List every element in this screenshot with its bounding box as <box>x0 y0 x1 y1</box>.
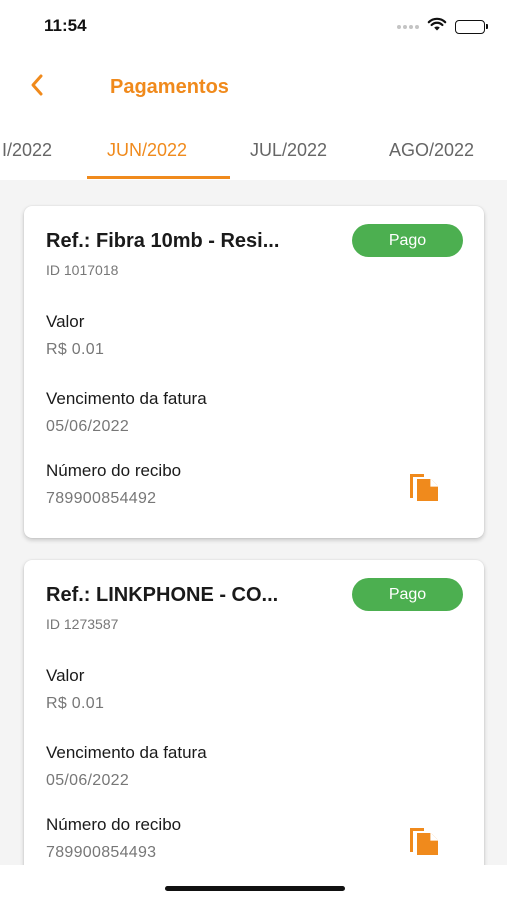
active-tab-indicator <box>87 176 230 179</box>
payments-list[interactable]: Ref.: Fibra 10mb - Resi... ID 1017018 Pa… <box>0 180 507 865</box>
status-bar: 11:54 <box>0 0 507 54</box>
copy-icon <box>407 823 441 862</box>
header: Pagamentos <box>0 60 507 116</box>
copy-recibo-button[interactable] <box>404 468 444 508</box>
vencimento-label: Vencimento da fatura <box>46 743 207 762</box>
status-time: 11:54 <box>44 16 87 35</box>
signal-dots-icon <box>397 25 419 29</box>
tab-ago-2022[interactable]: AGO/2022 <box>389 140 474 161</box>
recibo-value: 789900854493 <box>46 844 157 861</box>
payment-title: Ref.: Fibra 10mb - Resi... <box>46 230 280 252</box>
status-badge: Pago <box>352 578 463 611</box>
valor-value: R$ 0.01 <box>46 341 105 358</box>
status-badge: Pago <box>352 224 463 257</box>
valor-label: Valor <box>46 666 85 685</box>
payment-id: ID 1273587 <box>46 616 119 632</box>
chevron-left-icon <box>29 73 45 102</box>
home-indicator[interactable] <box>165 886 345 891</box>
payment-card: Ref.: LINKPHONE - CO... ID 1273587 Pago … <box>24 560 484 865</box>
copy-icon <box>407 469 441 508</box>
vencimento-value: 05/06/2022 <box>46 772 130 789</box>
vencimento-value: 05/06/2022 <box>46 418 130 435</box>
payment-id: ID 1017018 <box>46 262 119 278</box>
payment-card: Ref.: Fibra 10mb - Resi... ID 1017018 Pa… <box>24 206 484 538</box>
payment-title: Ref.: LINKPHONE - CO... <box>46 584 279 606</box>
tab-jul-2022[interactable]: JUL/2022 <box>250 140 327 161</box>
recibo-label: Número do recibo <box>46 815 182 834</box>
tab-previous-month[interactable]: I/2022 <box>2 140 52 161</box>
recibo-value: 789900854492 <box>46 490 157 507</box>
battery-icon <box>455 20 488 34</box>
tab-jun-2022[interactable]: JUN/2022 <box>107 140 187 161</box>
copy-recibo-button[interactable] <box>404 822 444 862</box>
month-tabs: I/2022 JUN/2022 JUL/2022 AGO/2022 <box>0 128 507 180</box>
valor-value: R$ 0.01 <box>46 695 105 712</box>
wifi-icon <box>427 17 447 37</box>
recibo-label: Número do recibo <box>46 461 182 480</box>
home-bar-area <box>0 865 507 900</box>
vencimento-label: Vencimento da fatura <box>46 389 207 408</box>
valor-label: Valor <box>46 312 85 331</box>
back-button[interactable] <box>22 72 52 102</box>
page-title: Pagamentos <box>110 76 229 98</box>
status-icons <box>397 17 488 37</box>
